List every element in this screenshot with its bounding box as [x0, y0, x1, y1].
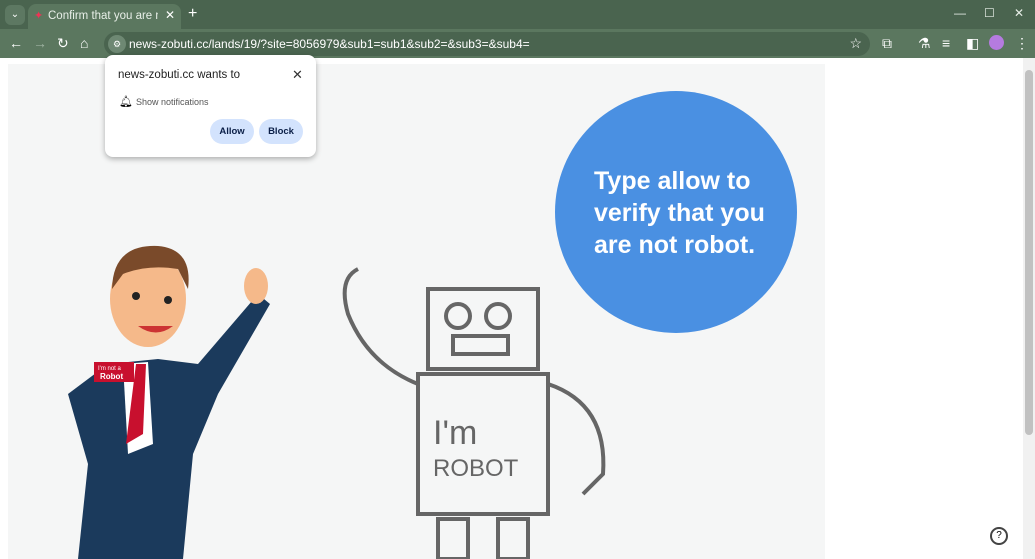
site-info-icon[interactable]: ⚙	[108, 35, 126, 53]
home-button[interactable]: ⌂	[80, 35, 88, 51]
popup-close-icon[interactable]: ✕	[292, 67, 303, 83]
labs-flask-icon[interactable]: ⚗	[918, 35, 931, 51]
side-panel-icon[interactable]: ◧	[966, 35, 979, 51]
back-button[interactable]: ←	[9, 35, 23, 51]
favicon-icon: ✦	[34, 10, 44, 22]
extensions-icon[interactable]: ⧉	[882, 35, 892, 51]
tab-close-icon[interactable]: ✕	[165, 8, 175, 22]
bookmark-star-icon[interactable]: ☆	[849, 35, 862, 52]
badge-text-2: Robot	[100, 372, 123, 381]
scrollbar[interactable]	[1023, 58, 1035, 559]
bell-icon: 🔔︎	[119, 96, 133, 108]
reload-button[interactable]: ↻	[57, 35, 69, 51]
tab-active[interactable]: ✦ Confirm that you are not a robot ✕	[28, 4, 181, 29]
tab-search-button[interactable]: ⌄	[5, 5, 25, 25]
help-icon[interactable]: ?	[990, 527, 1008, 545]
scrollbar-thumb[interactable]	[1025, 70, 1033, 435]
url-text[interactable]: news-zobuti.cc/lands/19/?site=8056979&su…	[129, 37, 530, 51]
profile-avatar[interactable]	[989, 35, 1004, 50]
media-queue-icon[interactable]: ≡	[942, 35, 950, 51]
tab-title: Confirm that you are not a robot	[48, 10, 158, 22]
forward-button[interactable]: →	[33, 35, 47, 51]
robot-text-2: ROBOT	[433, 455, 519, 482]
robot-text-1: I'm	[433, 414, 477, 452]
tab-bar: ⌄ ✦ Confirm that you are not a robot ✕ +…	[0, 0, 1035, 29]
maximize-button[interactable]: ☐	[984, 6, 995, 20]
new-tab-button[interactable]: +	[188, 5, 197, 23]
notification-permission-popup: news-zobuti.cc wants to ✕ 🔔︎ Show notifi…	[105, 55, 316, 157]
popup-title: news-zobuti.cc wants to	[118, 69, 241, 81]
menu-icon[interactable]: ⋮	[1015, 35, 1029, 51]
allow-button[interactable]: Allow	[210, 119, 254, 144]
businessman-figure: I'm not a Robot	[68, 245, 270, 559]
permission-label: Show notifications	[136, 97, 209, 107]
toolbar: ← → ↻ ⌂ ⚙ news-zobuti.cc/lands/19/?site=…	[0, 29, 1035, 58]
block-button[interactable]: Block	[259, 119, 303, 144]
close-window-button[interactable]: ✕	[1014, 6, 1024, 20]
address-bar[interactable]: ⚙ news-zobuti.cc/lands/19/?site=8056979&…	[104, 32, 870, 56]
minimize-button[interactable]: —	[954, 6, 966, 20]
